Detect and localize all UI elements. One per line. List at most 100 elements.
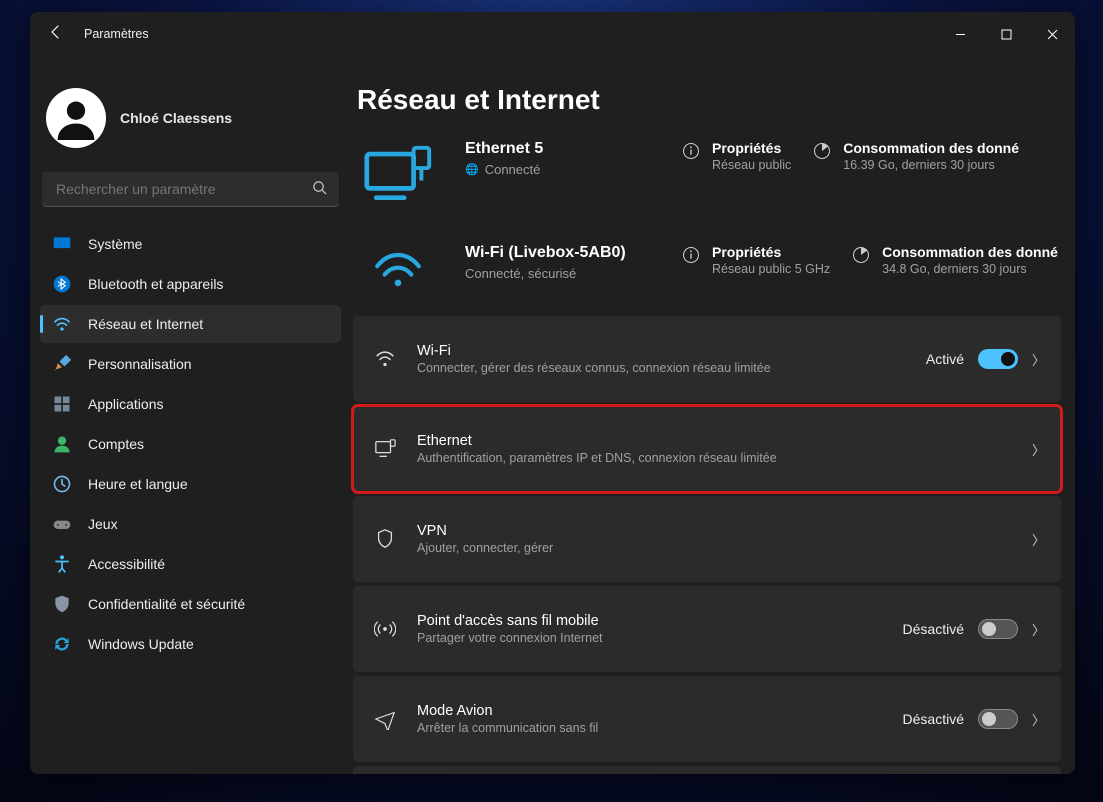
hotspot-toggle[interactable] (978, 619, 1018, 639)
wifi-conn-block[interactable]: Wi-Fi (Livebox-5AB0) Connecté, sécurisé (465, 244, 660, 281)
sidebar-item-label: Jeux (88, 516, 118, 532)
wifi-usage[interactable]: Consommation des donné 34.8 Go, derniers… (852, 244, 1058, 276)
sidebar-item-personalization[interactable]: Personnalisation (40, 345, 341, 383)
maximize-button[interactable] (983, 18, 1029, 50)
globe-icon: 🌐 (465, 163, 479, 176)
card-vpn[interactable]: VPN Ajouter, connecter, gérer 〉 (353, 496, 1061, 582)
wifi-big-icon (353, 244, 443, 290)
card-ethernet[interactable]: Ethernet Authentification, paramètres IP… (353, 406, 1061, 492)
sidebar-item-label: Applications (88, 396, 164, 412)
stat-sub: Réseau public 5 GHz (712, 262, 830, 276)
titlebar: Paramètres (30, 12, 1075, 56)
sidebar-item-privacy[interactable]: Confidentialité et sécurité (40, 585, 341, 623)
card-sub: Ajouter, connecter, gérer (417, 541, 1012, 555)
card-sub: Authentification, paramètres IP et DNS, … (417, 451, 1012, 465)
sidebar: Chloé Claessens Système (30, 56, 351, 774)
profile-block[interactable]: Chloé Claessens (38, 56, 343, 166)
vpn-icon (373, 528, 397, 550)
avatar (46, 88, 106, 148)
card-sub: Connecter, gérer des réseaux connus, con… (417, 361, 906, 375)
system-icon (52, 234, 72, 254)
card-proxy[interactable]: Proxy Serveur proxy pour les connexions … (353, 766, 1061, 774)
sidebar-item-label: Confidentialité et sécurité (88, 596, 245, 612)
sidebar-item-label: Comptes (88, 436, 144, 452)
sidebar-item-system[interactable]: Système (40, 225, 341, 263)
card-mobile-hotspot[interactable]: Point d'accès sans fil mobile Partager v… (353, 586, 1061, 672)
window-title: Paramètres (84, 27, 149, 41)
back-button[interactable] (40, 20, 72, 49)
card-sub: Partager votre connexion Internet (417, 631, 883, 645)
info-icon (682, 246, 700, 269)
apps-icon (52, 394, 72, 414)
card-airplane-mode[interactable]: Mode Avion Arrêter la communication sans… (353, 676, 1061, 762)
chevron-right-icon: 〉 (1032, 620, 1045, 639)
minimize-button[interactable] (937, 18, 983, 50)
gaming-icon (52, 514, 72, 534)
ethernet-icon (373, 438, 397, 460)
sidebar-item-network[interactable]: Réseau et Internet (40, 305, 341, 343)
wifi-sub: Connecté, sécurisé (465, 266, 576, 281)
main-content: Réseau et Internet Ethernet 5 🌐Connec (351, 56, 1075, 774)
stat-title: Propriétés (712, 244, 830, 260)
sidebar-item-apps[interactable]: Applications (40, 385, 341, 423)
search-input[interactable] (54, 180, 312, 198)
ethernet-properties[interactable]: Propriétés Réseau public (682, 140, 791, 172)
airplane-toggle[interactable] (978, 709, 1018, 729)
stat-sub: 34.8 Go, derniers 30 jours (882, 262, 1058, 276)
accounts-icon (52, 434, 72, 454)
info-icon (682, 142, 700, 165)
card-title: Ethernet (417, 433, 1012, 449)
bluetooth-icon (52, 274, 72, 294)
ethernet-conn-block[interactable]: Ethernet 5 🌐 Connecté (465, 140, 660, 177)
personalization-icon (52, 354, 72, 374)
hotspot-state-label: Désactivé (903, 621, 964, 637)
sidebar-item-bluetooth[interactable]: Bluetooth et appareils (40, 265, 341, 303)
airplane-icon (373, 708, 397, 730)
accessibility-icon (52, 554, 72, 574)
chevron-right-icon: 〉 (1032, 350, 1045, 369)
sidebar-item-accessibility[interactable]: Accessibilité (40, 545, 341, 583)
wifi-properties[interactable]: Propriétés Réseau public 5 GHz (682, 244, 830, 276)
status-wifi-row: Wi-Fi (Livebox-5AB0) Connecté, sécurisé … (353, 244, 1061, 290)
sidebar-item-label: Accessibilité (88, 556, 165, 572)
card-title: Mode Avion (417, 703, 883, 719)
stat-sub: 16.39 Go, derniers 30 jours (843, 158, 1019, 172)
stat-title: Propriétés (712, 140, 791, 156)
sidebar-item-windows-update[interactable]: Windows Update (40, 625, 341, 663)
sidebar-item-label: Windows Update (88, 636, 194, 652)
profile-name: Chloé Claessens (120, 110, 232, 126)
sidebar-item-label: Système (88, 236, 142, 252)
privacy-icon (52, 594, 72, 614)
card-title: Wi-Fi (417, 343, 906, 359)
nav-list: Système Bluetooth et appareils Réseau et… (38, 225, 343, 663)
airplane-state-label: Désactivé (903, 711, 964, 727)
wifi-name: Wi-Fi (Livebox-5AB0) (465, 244, 660, 262)
card-title: VPN (417, 523, 1012, 539)
card-title: Point d'accès sans fil mobile (417, 613, 883, 629)
sidebar-item-label: Personnalisation (88, 356, 192, 372)
stat-title: Consommation des donné (882, 244, 1058, 260)
wifi-icon (373, 348, 397, 370)
close-button[interactable] (1029, 18, 1075, 50)
sidebar-item-time-language[interactable]: Heure et langue (40, 465, 341, 503)
sidebar-item-gaming[interactable]: Jeux (40, 505, 341, 543)
hotspot-icon (373, 618, 397, 640)
usage-icon (852, 246, 870, 269)
chevron-right-icon: 〉 (1032, 530, 1045, 549)
chevron-right-icon: 〉 (1032, 440, 1045, 459)
sidebar-item-label: Heure et langue (88, 476, 188, 492)
wifi-state-label: Activé (926, 351, 964, 367)
network-icon (52, 314, 72, 334)
card-wifi[interactable]: Wi-Fi Connecter, gérer des réseaux connu… (353, 316, 1061, 402)
ethernet-sub: Connecté (485, 162, 541, 177)
ethernet-usage[interactable]: Consommation des donné 16.39 Go, dernier… (813, 140, 1019, 172)
search-box[interactable] (42, 172, 339, 207)
usage-icon (813, 142, 831, 165)
page-title: Réseau et Internet (357, 84, 1061, 116)
sidebar-item-label: Réseau et Internet (88, 316, 203, 332)
wifi-toggle[interactable] (978, 349, 1018, 369)
stat-sub: Réseau public (712, 158, 791, 172)
card-sub: Arrêter la communication sans fil (417, 721, 883, 735)
ethernet-name: Ethernet 5 (465, 140, 660, 158)
sidebar-item-accounts[interactable]: Comptes (40, 425, 341, 463)
